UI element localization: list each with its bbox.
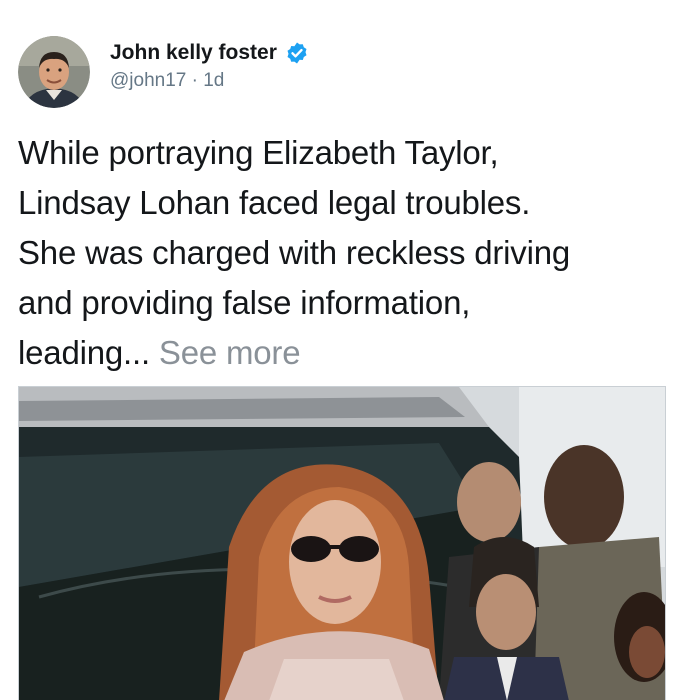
verified-badge-icon <box>287 42 307 64</box>
display-name[interactable]: John kelly foster <box>110 41 277 65</box>
tweet-line: Lindsay Lohan faced legal troubles. <box>18 184 531 221</box>
tweet-line: and providing false information, <box>18 284 471 321</box>
avatar-photo <box>18 36 90 108</box>
timestamp[interactable]: 1d <box>203 70 224 91</box>
separator: · <box>186 70 204 91</box>
handle[interactable]: @john17 <box>110 70 186 91</box>
name-row: John kelly foster <box>110 38 309 68</box>
tweet-card: John kelly foster @john17 · 1d While por… <box>0 0 700 700</box>
tweet-line: She was charged with reckless driving <box>18 234 571 271</box>
tweet-line: leading... <box>18 334 150 371</box>
user-meta: John kelly foster @john17 · 1d <box>110 38 309 92</box>
photo-image <box>19 387 665 700</box>
media-photo[interactable] <box>18 386 666 700</box>
avatar[interactable] <box>18 36 90 108</box>
see-more-link[interactable]: See more <box>159 334 301 371</box>
tweet-last-line: leading... See more <box>18 328 688 378</box>
tweet-header: John kelly foster @john17 · 1d <box>18 36 309 112</box>
handle-row: @john17 · 1d <box>110 70 309 92</box>
tweet-line: While portraying Elizabeth Taylor, <box>18 134 499 171</box>
tweet-text: While portraying Elizabeth Taylor, Linds… <box>18 128 688 378</box>
